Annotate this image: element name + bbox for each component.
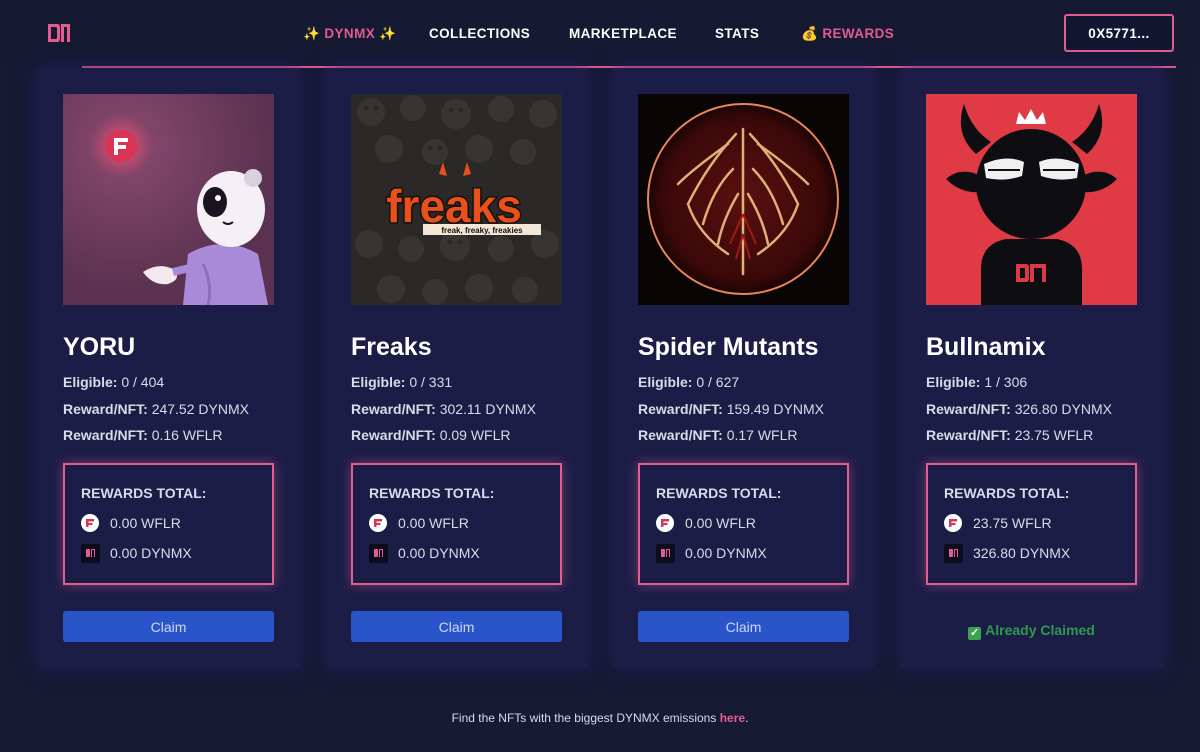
total-dynmx-row: 0.00 DYNMX	[81, 543, 192, 563]
nav-collections[interactable]: COLLECTIONS	[429, 26, 530, 41]
collection-image-bullnamix	[926, 94, 1137, 305]
reward-per-nft-dynmx: Reward/NFT: 326.80 DYNMX	[926, 401, 1112, 417]
rewards-total-box: REWARDS TOTAL: 0.00 WFLR 0.00 DYNMX	[63, 463, 274, 585]
rewards-total-label: REWARDS TOTAL:	[656, 485, 782, 501]
reward-per-nft-wflr: Reward/NFT: 0.17 WFLR	[638, 427, 798, 443]
eligible-stat: Eligible: 1 / 306	[926, 374, 1028, 390]
reward-per-nft-dynmx: Reward/NFT: 159.49 DYNMX	[638, 401, 824, 417]
eligible-stat: Eligible: 0 / 627	[638, 374, 740, 390]
eligible-stat: Eligible: 0 / 404	[63, 374, 165, 390]
rewards-total-box: REWARDS TOTAL: 23.75 WFLR 326.80 DYNMX	[926, 463, 1137, 585]
total-wflr-row: 0.00 WFLR	[656, 513, 756, 533]
top-navigation-bar: ✨ DYNMX ✨ COLLECTIONS MARKETPLACE STATS …	[0, 0, 1200, 66]
collection-image-freaks: freaks freak, freaky, freakies	[351, 94, 562, 305]
total-dynmx-row: 326.80 DYNMX	[944, 543, 1070, 563]
rewards-total-label: REWARDS TOTAL:	[369, 485, 495, 501]
nav-marketplace[interactable]: MARKETPLACE	[569, 26, 677, 41]
collection-title: Spider Mutants	[638, 333, 819, 361]
emissions-link[interactable]: here	[720, 711, 745, 725]
collection-image-spider-mutants	[638, 94, 849, 305]
freaks-tagline: freak, freaky, freakies	[441, 226, 523, 235]
already-claimed-status: ✓ Already Claimed	[968, 622, 1095, 640]
reward-per-nft-wflr: Reward/NFT: 0.09 WFLR	[351, 427, 511, 443]
total-dynmx-row: 0.00 DYNMX	[369, 543, 480, 563]
footer-note: Find the NFTs with the biggest DYNMX emi…	[451, 711, 749, 725]
dynmx-logo-icon[interactable]	[46, 22, 72, 44]
dynmx-token-icon	[944, 543, 963, 563]
nav-brand-dynmx[interactable]: ✨ DYNMX ✨	[303, 26, 396, 42]
collection-card-spider-mutants: Spider Mutants Eligible: 0 / 627 Reward/…	[613, 68, 875, 668]
claim-button[interactable]: Claim	[63, 611, 274, 642]
reward-per-nft-wflr: Reward/NFT: 0.16 WFLR	[63, 427, 223, 443]
total-wflr-row: 23.75 WFLR	[944, 513, 1052, 533]
eligible-stat: Eligible: 0 / 331	[351, 374, 453, 390]
total-wflr-row: 0.00 WFLR	[369, 513, 469, 533]
collection-title: YORU	[63, 333, 136, 361]
wallet-button[interactable]: 0X5771...	[1064, 14, 1174, 52]
nav-stats[interactable]: STATS	[715, 26, 759, 41]
rewards-total-box: REWARDS TOTAL: 0.00 WFLR 0.00 DYNMX	[351, 463, 562, 585]
rewards-total-label: REWARDS TOTAL:	[944, 485, 1070, 501]
rewards-total-label: REWARDS TOTAL:	[81, 485, 207, 501]
reward-per-nft-wflr: Reward/NFT: 23.75 WFLR	[926, 427, 1094, 443]
collection-card-bullnamix: Bullnamix Eligible: 1 / 306 Reward/NFT: …	[901, 68, 1163, 668]
collection-title: Bullnamix	[926, 333, 1046, 361]
dynmx-token-icon	[81, 543, 100, 563]
collection-image-yoru	[63, 94, 274, 305]
nav-rewards[interactable]: 💰 REWARDS	[801, 26, 894, 42]
rewards-total-box: REWARDS TOTAL: 0.00 WFLR 0.00 DYNMX	[638, 463, 849, 585]
reward-per-nft-dynmx: Reward/NFT: 247.52 DYNMX	[63, 401, 249, 417]
reward-per-nft-dynmx: Reward/NFT: 302.11 DYNMX	[351, 401, 536, 417]
total-dynmx-row: 0.00 DYNMX	[656, 543, 767, 563]
check-icon: ✓	[968, 627, 982, 640]
claim-button[interactable]: Claim	[351, 611, 562, 642]
dynmx-token-icon	[369, 543, 388, 563]
collection-card-freaks: freaks freak, freaky, freakies Freaks El…	[326, 68, 588, 668]
total-wflr-row: 0.00 WFLR	[81, 513, 181, 533]
flare-token-icon	[944, 514, 962, 532]
collection-card-yoru: YORU Eligible: 0 / 404 Reward/NFT: 247.5…	[38, 68, 300, 668]
flare-token-icon	[656, 514, 674, 532]
dynmx-token-icon	[656, 543, 675, 563]
claim-button[interactable]: Claim	[638, 611, 849, 642]
flare-token-icon	[369, 514, 387, 532]
collection-title: Freaks	[351, 333, 432, 361]
flare-token-icon	[81, 514, 99, 532]
